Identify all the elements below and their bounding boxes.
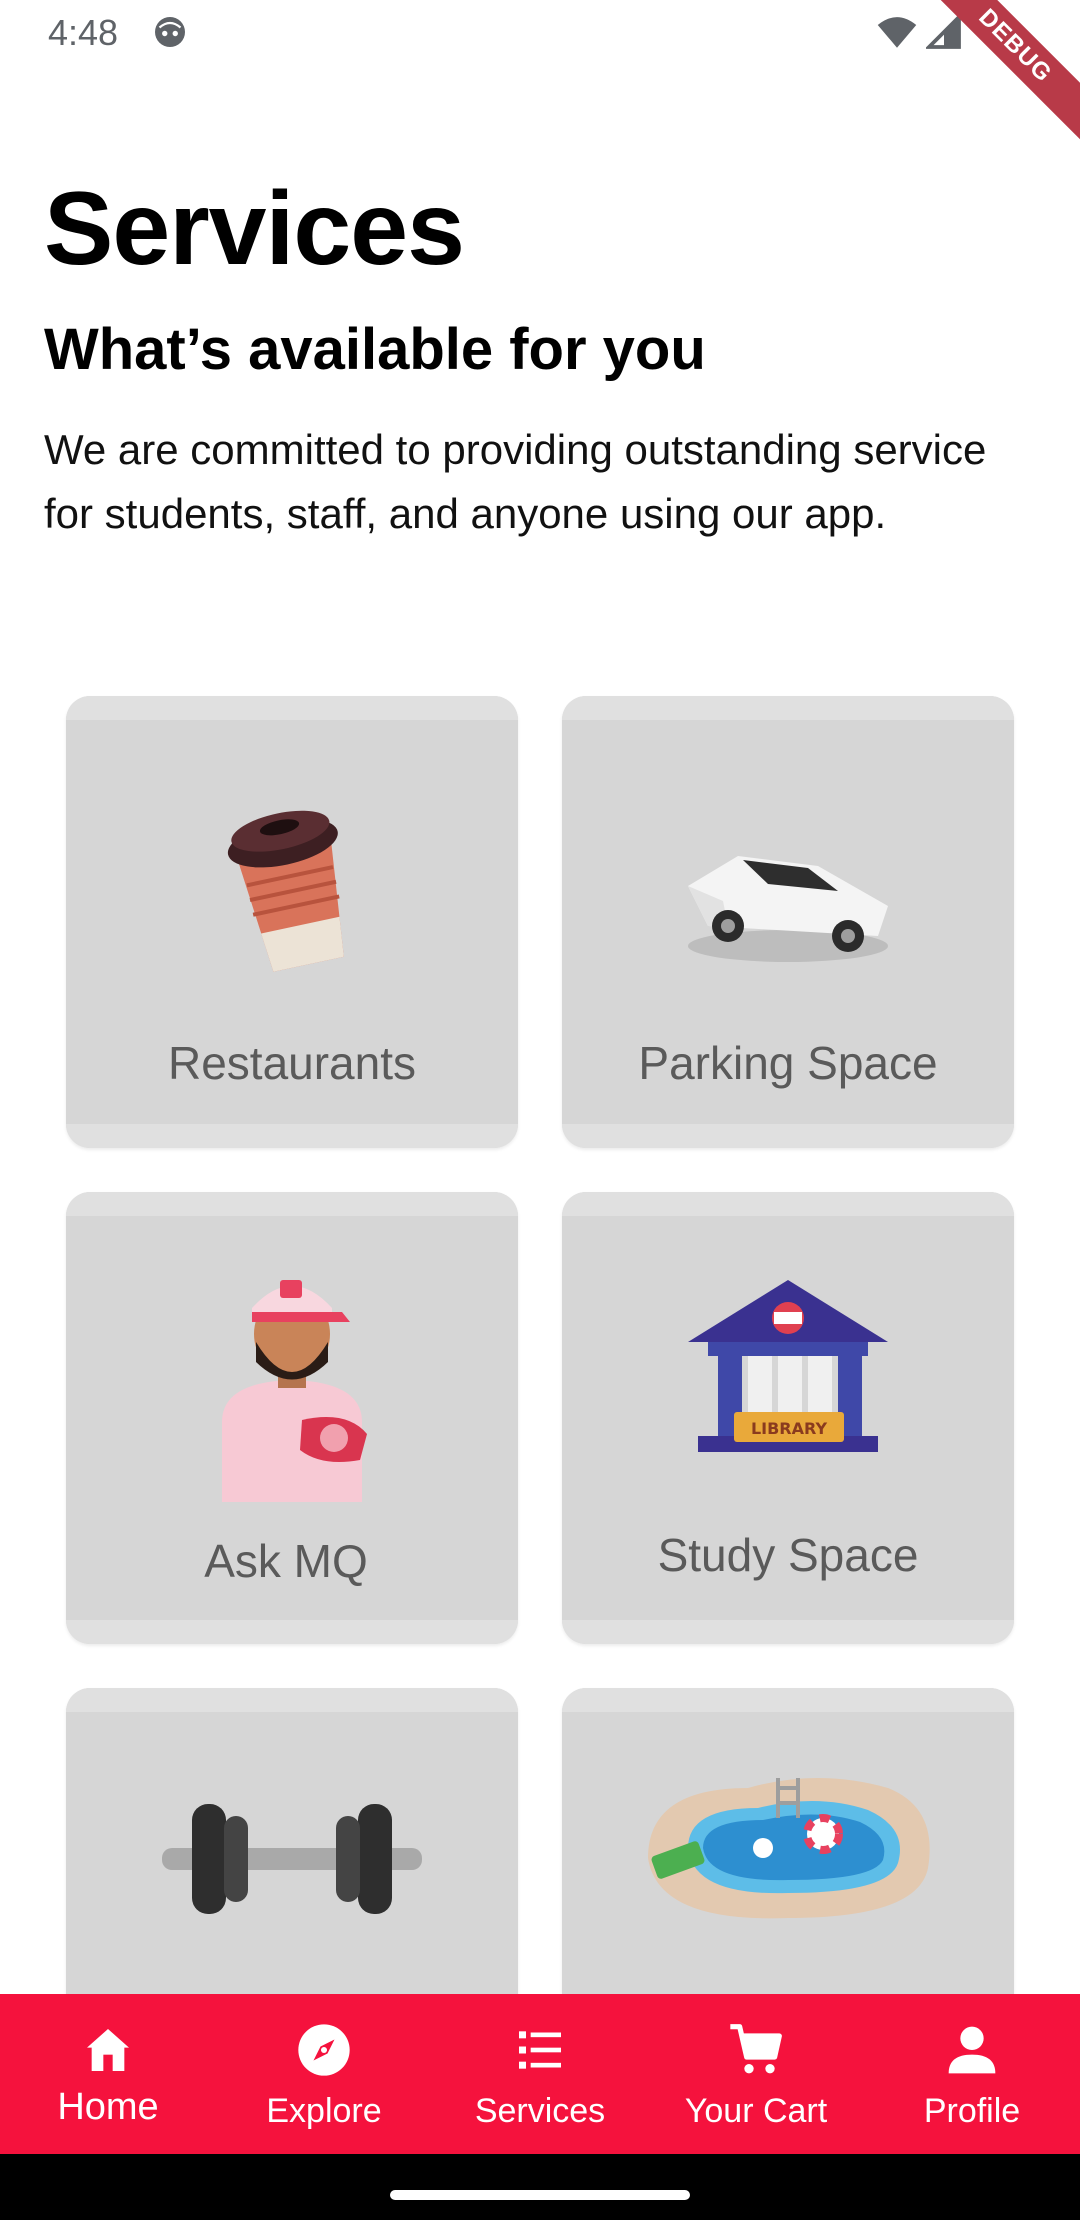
services-screen: 4:48 DEBUG Services What’s available for… [0,0,1080,2220]
status-bar: 4:48 DEBUG [0,0,1080,149]
page-subtitle: What’s available for you [44,317,706,382]
person-icon [948,2026,996,2074]
service-label-ask-mq: Ask MQ [204,1535,368,1587]
home-gesture-handle[interactable] [390,2190,690,2200]
cell-signal-icon [926,14,961,49]
support-person-icon [222,1280,367,1502]
page-title: Services [44,171,465,287]
service-card-restaurants[interactable]: Restaurants [66,696,518,1148]
dumbbell-icon [162,1804,422,1914]
service-card-parking-space[interactable]: Parking Space [562,696,1014,1148]
page-description: We are committed to providing outstandin… [44,426,987,537]
android-face-icon [155,17,185,47]
nav-label-explore: Explore [266,2092,382,2130]
list-icon [519,2031,561,2069]
nav-your-cart[interactable]: Your Cart [648,1994,864,2154]
system-navigation-bar [0,2154,1080,2220]
nav-label-home: Home [57,2086,159,2128]
status-time: 4:48 [48,12,119,53]
nav-services[interactable]: Services [432,1994,648,2154]
home-icon [87,2029,129,2071]
nav-home[interactable]: Home [0,1994,216,2154]
nav-label-services: Services [474,2092,606,2130]
library-icon: LIBRARY [688,1280,888,1452]
service-label-parking-space: Parking Space [638,1037,938,1089]
service-card-ask-mq[interactable]: Ask MQ [66,1192,518,1644]
cart-icon [730,2024,782,2074]
svg-text:LIBRARY: LIBRARY [751,1419,827,1438]
bottom-navigation: Home Explore Services Your Cart Profile [0,1994,1080,2154]
service-label-restaurants: Restaurants [167,1037,416,1089]
compass-icon [298,2024,350,2076]
service-label-study-space: Study Space [657,1529,919,1581]
pool-icon [648,1778,930,1919]
wifi-icon [877,17,917,48]
car-icon [688,856,888,962]
nav-label-your-cart: Your Cart [684,2092,828,2130]
nav-profile[interactable]: Profile [864,1994,1080,2154]
nav-label-profile: Profile [923,2092,1021,2130]
nav-explore[interactable]: Explore [216,1994,432,2154]
coffee-cup-icon [227,810,344,972]
service-card-study-space[interactable]: LIBRARY Study Space [562,1192,1014,1644]
